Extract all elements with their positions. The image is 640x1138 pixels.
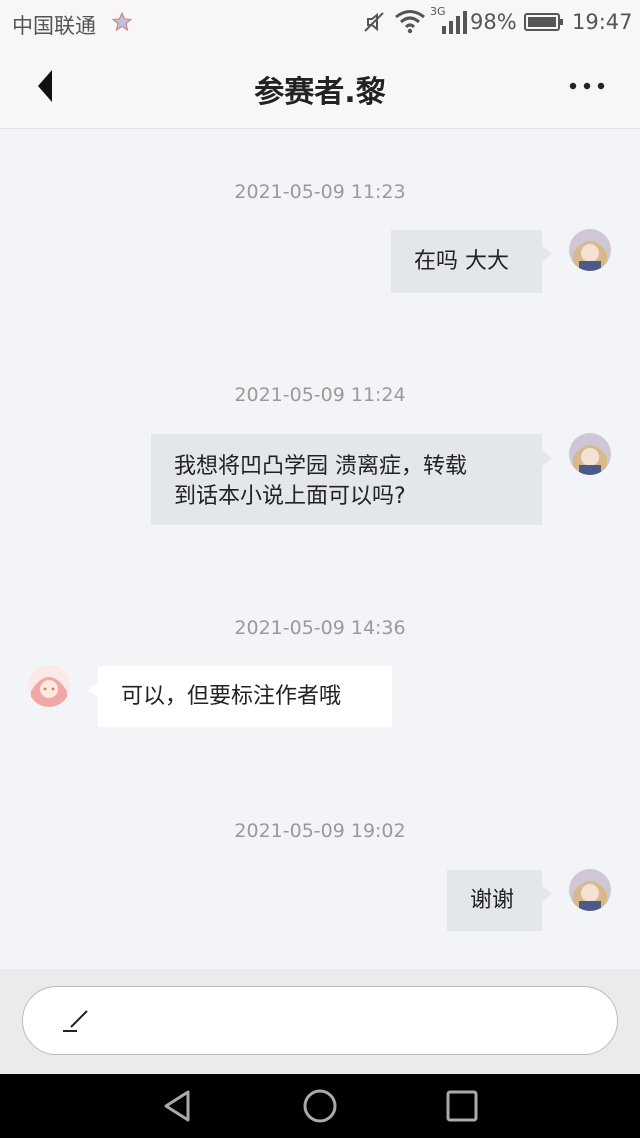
- message-timestamp: 2021-05-09 14:36: [234, 617, 406, 639]
- message-text-line: 到话本小说上面可以吗?: [174, 484, 406, 509]
- hd-call-icon: [112, 12, 132, 32]
- message-bubble[interactable]: 在吗 大大: [391, 230, 552, 293]
- user-avatar-image: [569, 869, 611, 911]
- page-title: 参赛者.黎: [254, 75, 386, 110]
- composer: [0, 969, 640, 1074]
- message-bubble[interactable]: 我想将凹凸学园 溃离症，转载 到话本小说上面可以吗?: [151, 434, 552, 525]
- message-timestamp: 2021-05-09 19:02: [234, 820, 406, 842]
- user-avatar-image: [569, 433, 611, 475]
- contact-avatar-image: [28, 665, 70, 707]
- carrier-name: 中国联通: [12, 14, 96, 38]
- avatar[interactable]: [569, 433, 611, 475]
- message-text: 在吗 大大: [414, 249, 509, 274]
- message-input[interactable]: [22, 986, 618, 1055]
- wifi-icon: [395, 10, 425, 34]
- system-nav-bar: [0, 1074, 640, 1138]
- message-bubble[interactable]: 可以，但要标注作者哦: [88, 666, 392, 727]
- message-text: 谢谢: [470, 888, 515, 913]
- avatar[interactable]: [569, 869, 611, 911]
- recents-square-icon[interactable]: [444, 1088, 480, 1124]
- pen-icon: [63, 1010, 88, 1032]
- avatar[interactable]: [569, 229, 611, 271]
- avatar[interactable]: [28, 665, 70, 707]
- chat-area[interactable]: 2021-05-09 11:23 在吗 大大 2021-05-09 11:24 …: [0, 129, 640, 969]
- message-text: 可以，但要标注作者哦: [121, 684, 342, 709]
- mute-icon: [364, 12, 384, 32]
- user-avatar-image: [569, 229, 611, 271]
- battery-icon: [524, 13, 563, 31]
- message-timestamp: 2021-05-09 11:24: [234, 384, 406, 406]
- message-text-line: 我想将凹凸学园 溃离症，转载: [174, 454, 467, 479]
- status-time: 19:47: [572, 10, 633, 34]
- back-triangle-icon[interactable]: [160, 1088, 196, 1124]
- battery-percent: 98%: [470, 10, 517, 34]
- home-circle-icon[interactable]: [302, 1088, 338, 1124]
- status-bar: 中国联通 3G 98% 19:47: [0, 0, 640, 44]
- more-horizontal-icon[interactable]: [562, 70, 612, 102]
- message-timestamp: 2021-05-09 11:23: [234, 181, 406, 203]
- header: 参赛者.黎: [0, 44, 640, 129]
- message-bubble[interactable]: 谢谢: [447, 870, 552, 931]
- signal-icon: [442, 11, 467, 34]
